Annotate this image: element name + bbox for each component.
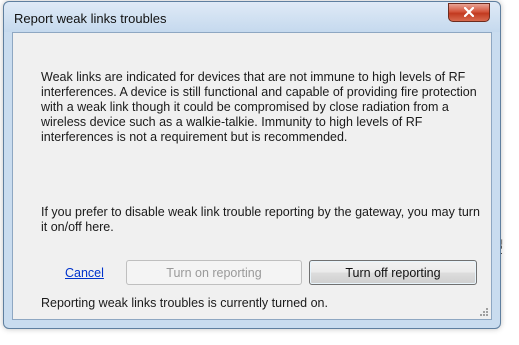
cancel-link[interactable]: Cancel bbox=[65, 266, 104, 280]
close-icon bbox=[464, 7, 474, 17]
resize-grip-icon[interactable] bbox=[479, 307, 489, 317]
window-title: Report weak links troubles bbox=[14, 11, 167, 26]
dialog-window: Report weak links troubles Weak links ar… bbox=[3, 1, 501, 329]
dialog-body: Weak links are indicated for devices tha… bbox=[12, 32, 492, 320]
side-strip: ucdpg_twsu bbox=[492, 0, 519, 331]
turn-off-reporting-button[interactable]: Turn off reporting bbox=[309, 260, 477, 285]
close-button[interactable] bbox=[448, 3, 490, 22]
instruction-paragraph: If you prefer to disable weak link troub… bbox=[41, 205, 480, 234]
status-text: Reporting weak links troubles is current… bbox=[41, 296, 328, 310]
description-paragraph: Weak links are indicated for devices tha… bbox=[41, 70, 477, 144]
title-bar: Report weak links troubles bbox=[4, 2, 500, 32]
turn-on-reporting-button[interactable]: Turn on reporting bbox=[126, 260, 302, 285]
